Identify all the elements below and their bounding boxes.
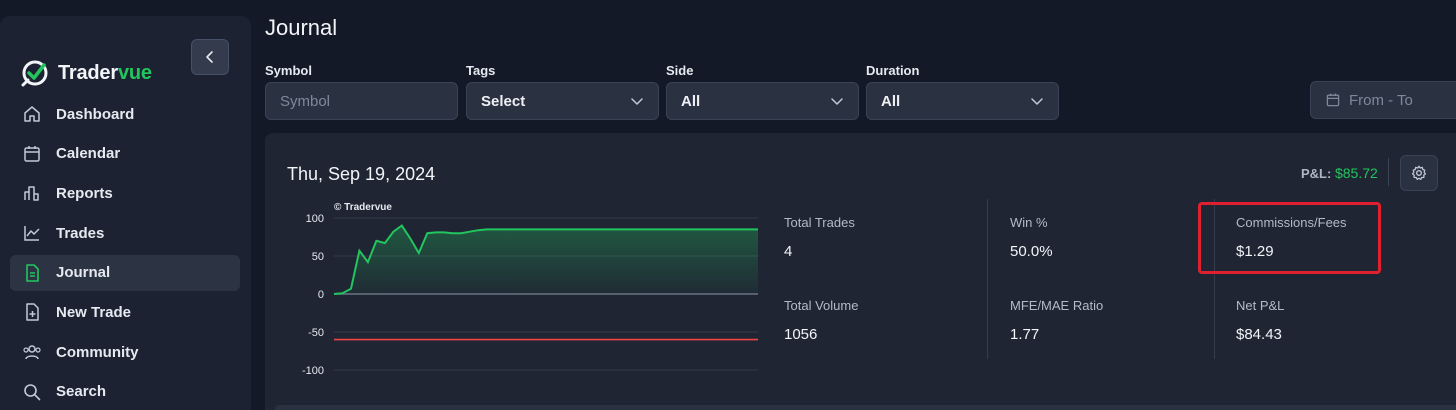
journal-day-card: Thu, Sep 19, 2024 P&L: $85.72 100 50 0 -50 -… [265,133,1456,410]
side-select[interactable]: All [666,82,859,120]
date-range-placeholder: From - To [1349,91,1413,109]
chevron-down-icon [831,98,843,105]
stat-total-trades: Total Trades 4 [784,215,855,260]
divider [1388,158,1389,186]
sidebar-item-community[interactable]: Community [10,334,240,370]
sidebar-item-calendar[interactable]: Calendar [10,136,240,172]
y-tick-label: -100 [302,365,324,377]
side-select-value: All [681,92,701,110]
y-tick-label: 100 [306,213,324,225]
chart-watermark: © Tradervue [334,202,392,213]
side-filter: Side All [666,63,859,120]
pnl-chart: 100 50 0 -50 -100 [302,213,758,377]
sidebar-item-label: Community [56,343,139,361]
stat-win-pct: Win % 50.0% [1010,215,1053,260]
sidebar-nav: Dashboard Calendar Reports Trades Journa… [10,96,240,410]
tags-filter-label: Tags [466,63,496,78]
y-tick-label: -50 [308,327,324,339]
y-tick-label: 0 [318,289,324,301]
logo-text: Tradervue [58,61,152,84]
tags-select[interactable]: Select [466,82,659,120]
sidebar-item-trades[interactable]: Trades [10,215,240,251]
search-icon [24,384,41,401]
sidebar-item-reports[interactable]: Reports [10,175,240,211]
pnl-area [334,225,758,294]
chevron-left-icon [206,51,213,63]
highlight-box [1198,202,1381,274]
date-range-picker[interactable]: From - To [1310,81,1456,119]
symbol-input[interactable] [280,92,443,110]
sidebar-item-dashboard[interactable]: Dashboard [10,96,240,132]
sidebar-item-label: Search [56,383,107,401]
duration-select-value: All [881,92,901,110]
tags-select-value: Select [481,92,526,110]
logo-check-icon [21,60,48,87]
sidebar-item-label: Dashboard [56,105,135,123]
duration-filter: Duration All [866,63,1059,120]
stat-value: 4 [784,243,793,260]
sidebar: Tradervue Dashboard Calendar Reports Tra… [0,16,251,410]
chevron-down-icon [1031,98,1043,105]
bar-chart-icon [24,186,39,202]
calendar-icon [24,145,40,162]
stat-total-volume: Total Volume 1056 [784,298,858,343]
symbol-filter: Symbol [265,63,458,120]
sidebar-item-search[interactable]: Search [10,374,240,410]
line-chart-icon [24,226,40,241]
day-pl-label: P&L: [1301,166,1332,181]
side-filter-label: Side [666,63,694,78]
home-icon [24,106,40,122]
stat-value: 1.77 [1010,326,1040,343]
gear-icon [1411,165,1427,181]
chevron-down-icon [631,98,643,105]
divider [987,199,988,359]
sidebar-item-label: New Trade [56,303,132,321]
sidebar-item-label: Journal [56,264,111,282]
duration-select[interactable]: All [866,82,1059,120]
stat-label: Total Trades [784,215,855,230]
stat-value: 50.0% [1010,243,1053,260]
stat-net-pl: Net P&L $84.43 [1236,298,1284,343]
app-logo[interactable]: Tradervue [20,58,152,88]
users-icon [23,345,41,360]
day-pl-value: $85.72 [1334,165,1378,181]
stat-value: $84.43 [1236,326,1282,343]
duration-filter-label: Duration [866,63,920,78]
collapse-sidebar-button[interactable] [191,39,229,75]
stat-mfe-mae-ratio: MFE/MAE Ratio 1.77 [1010,298,1103,343]
calendar-icon [1326,93,1340,107]
sidebar-item-new-trade[interactable]: New Trade [10,294,240,330]
sidebar-item-journal[interactable]: Journal [10,254,240,291]
y-tick-label: 50 [312,251,324,263]
stat-label: Net P&L [1236,298,1285,313]
day-pl: P&L: $85.72 [1301,165,1378,181]
next-card-edge [275,405,1456,410]
journal-date: Thu, Sep 19, 2024 [287,164,436,184]
settings-button[interactable] [1400,155,1438,191]
symbol-filter-label: Symbol [265,63,312,78]
sidebar-item-label: Reports [56,184,113,202]
sidebar-item-label: Trades [56,224,105,242]
stat-value: 1056 [784,326,818,343]
stat-label: Win % [1010,215,1048,230]
stat-label: Total Volume [784,298,859,313]
page-title: Journal [265,15,338,40]
sidebar-item-label: Calendar [56,145,121,163]
journal-icon [26,263,39,282]
stat-label: MFE/MAE Ratio [1010,298,1104,313]
file-plus-icon [26,303,39,322]
symbol-input-box[interactable] [265,82,458,120]
tags-filter: Tags Select [466,63,659,120]
